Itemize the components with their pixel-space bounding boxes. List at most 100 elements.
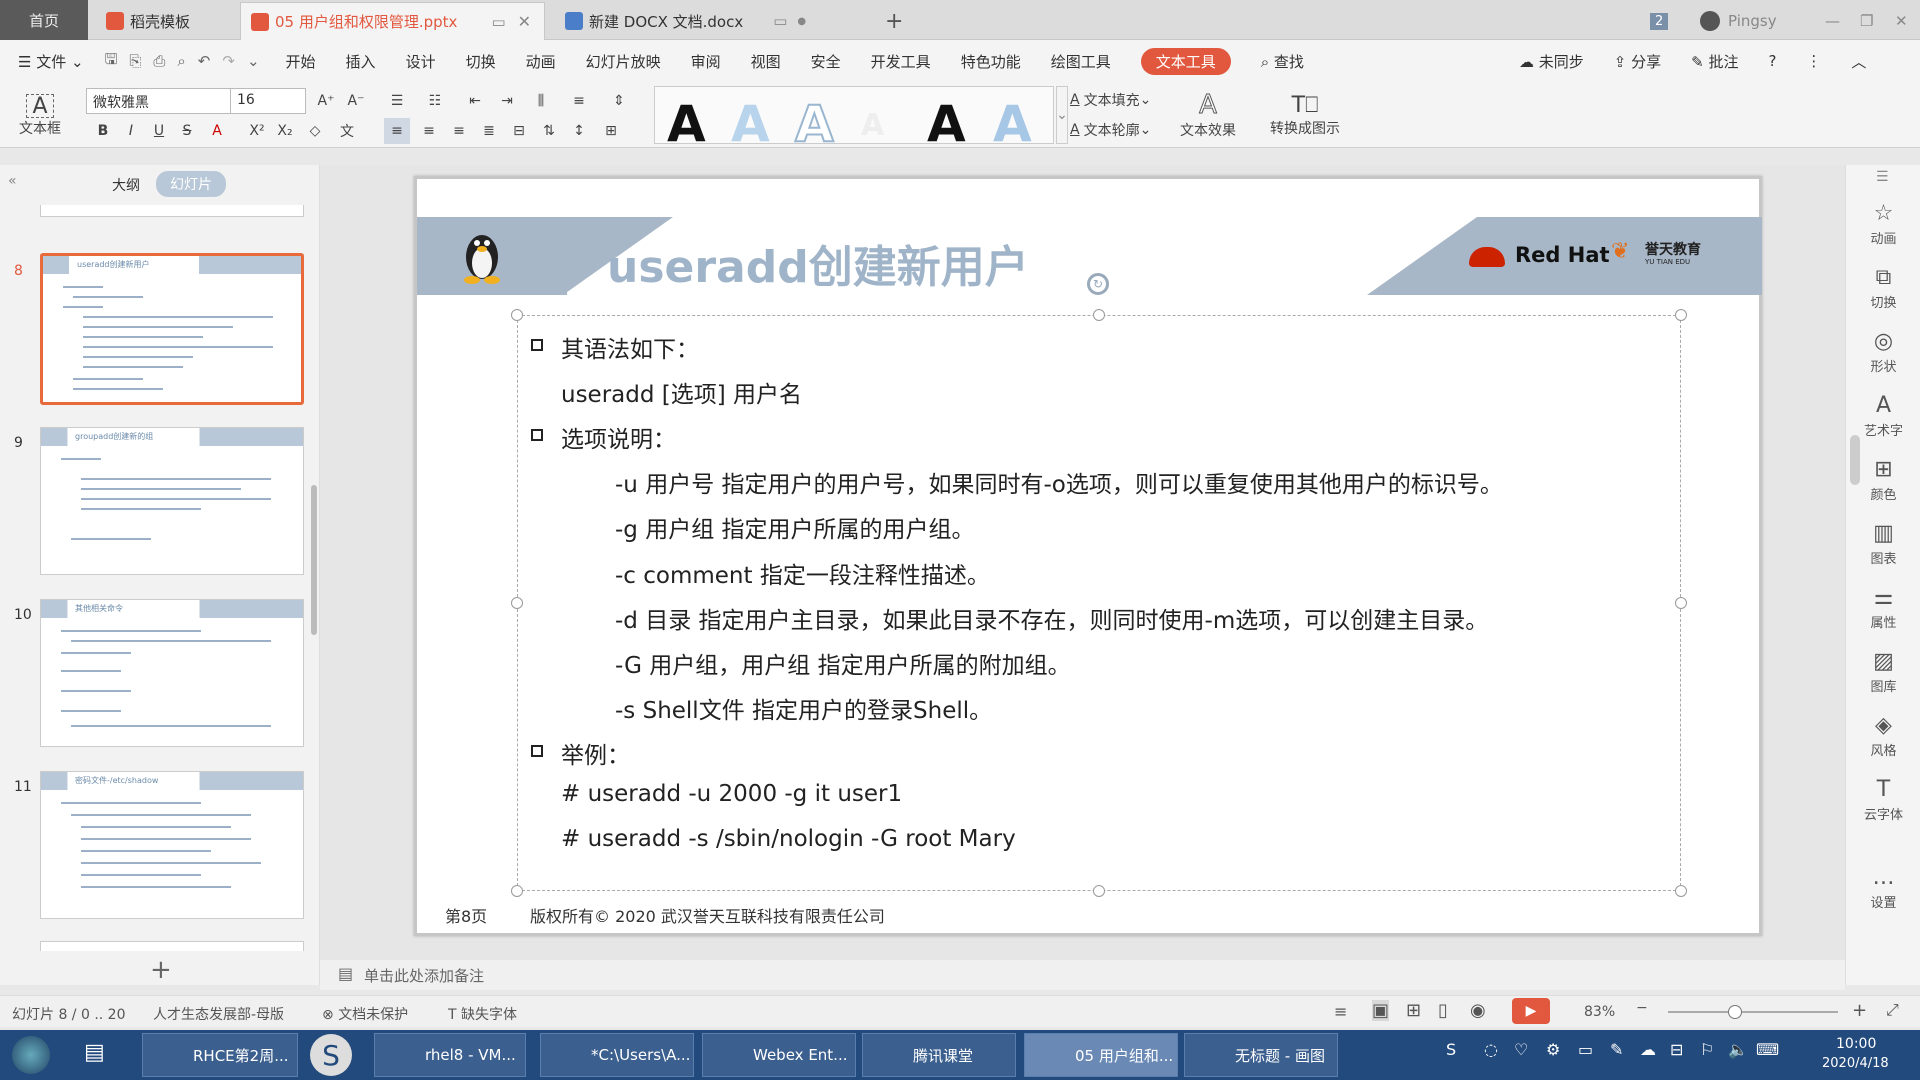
style-black-icon[interactable]: A xyxy=(667,99,706,149)
textbox-button[interactable]: A 文本框 xyxy=(10,90,70,142)
add-slide-icon[interactable]: + xyxy=(150,955,172,985)
text-outline-button[interactable]: A 文本轮廓 ⌄ xyxy=(1070,118,1151,142)
strikethrough-icon[interactable]: S xyxy=(176,118,198,144)
slide-thumb-9[interactable]: groupadd创建新的组 xyxy=(40,427,304,575)
sidebar-item-chart[interactable]: ▥ 图表 xyxy=(1846,521,1920,567)
style-light-blue-icon[interactable]: A xyxy=(731,99,770,149)
undo-icon[interactable]: ↶ xyxy=(198,52,211,70)
sidebar-item-settings[interactable]: … 设置 xyxy=(1846,865,1920,911)
share-button[interactable]: ⇪ 分享 xyxy=(1614,51,1661,72)
reading-view-icon[interactable]: ▯ xyxy=(1438,1000,1448,1021)
menu-transition[interactable]: 切换 xyxy=(466,51,496,72)
style-bold-icon[interactable]: A xyxy=(927,99,966,149)
text-direction-icon[interactable]: ⇕ xyxy=(606,88,632,114)
taskbar-item-active[interactable]: 05 用户组和... xyxy=(1024,1033,1178,1077)
subscript-icon[interactable]: X₂ xyxy=(274,118,296,144)
redo-icon[interactable]: ↷ xyxy=(222,52,235,70)
para-spacing-icon[interactable]: ⇅ xyxy=(536,118,562,144)
tab-slides[interactable]: 幻灯片 xyxy=(156,171,226,197)
notes-toggle-icon[interactable]: ≡ xyxy=(1334,1002,1347,1021)
help-icon[interactable]: ? xyxy=(1768,52,1776,70)
monitor-icon[interactable]: ▭ xyxy=(773,12,787,30)
sorter-view-icon[interactable]: ⊞ xyxy=(1406,1000,1421,1021)
sogou-icon[interactable]: S xyxy=(310,1034,352,1076)
resize-handle[interactable] xyxy=(1675,885,1687,897)
sidebar-item-shape[interactable]: ◎ 形状 xyxy=(1846,329,1920,375)
comment-button[interactable]: ✎ 批注 xyxy=(1691,51,1738,72)
taskbar-item[interactable]: Webex Ent... xyxy=(702,1033,856,1077)
page-count-badge[interactable]: 2 xyxy=(1640,2,1678,40)
resize-handle[interactable] xyxy=(1675,597,1687,609)
canvas-scrollbar[interactable] xyxy=(1850,435,1860,485)
font-name-select[interactable]: 微软雅黑 xyxy=(86,88,232,114)
input-method-icon[interactable]: ⌨ xyxy=(1756,1040,1779,1059)
align-right-icon[interactable]: ≡ xyxy=(446,118,472,144)
tab-templates[interactable]: 稻壳模板 xyxy=(96,2,236,40)
slide-thumb-11[interactable]: 密码文件-/etc/shadow xyxy=(40,771,304,919)
slide-thumb-7[interactable] xyxy=(40,205,304,217)
sidebar-item-animation[interactable]: ☆ 动画 xyxy=(1846,201,1920,247)
more-icon[interactable]: ⋮ xyxy=(1806,52,1821,70)
network-icon[interactable]: ⊟ xyxy=(1670,1040,1683,1059)
menu-security[interactable]: 安全 xyxy=(811,51,841,72)
slide-thumb-10[interactable]: 其他相关命令 xyxy=(40,599,304,747)
text-fill-button[interactable]: A 文本填充 ⌄ xyxy=(1070,88,1151,112)
tray-icon[interactable]: ✎ xyxy=(1610,1040,1623,1059)
resize-handle[interactable] xyxy=(511,885,523,897)
justify-icon[interactable]: ≣ xyxy=(476,118,502,144)
zoom-slider-thumb[interactable] xyxy=(1728,1005,1742,1019)
sidebar-item-gallery[interactable]: ▨ 图库 xyxy=(1846,649,1920,695)
export-icon[interactable]: ⎘ xyxy=(129,52,141,70)
convert-smartart-button[interactable]: T⎕ 转换成图示 xyxy=(1255,88,1355,142)
tray-icon[interactable]: ☁ xyxy=(1640,1040,1656,1059)
menu-file[interactable]: ☰ 文件 ⌄ xyxy=(18,51,84,72)
align-left-icon[interactable]: ≡ xyxy=(384,118,410,144)
close-window-button[interactable]: ✕ xyxy=(1885,2,1918,40)
tab-docx[interactable]: 新建 DOCX 文档.docx ▭ ● xyxy=(555,2,855,40)
resize-handle[interactable] xyxy=(511,309,523,321)
print-icon[interactable]: ⎙ xyxy=(153,52,165,70)
sidebar-item-transition[interactable]: ⧉ 切换 xyxy=(1846,265,1920,311)
fit-window-icon[interactable]: ⤢ xyxy=(1886,1000,1899,1020)
collapse-panel-icon[interactable]: « xyxy=(8,173,17,189)
slide-thumb-12[interactable] xyxy=(40,941,304,951)
indent-decrease-icon[interactable]: ⇤ xyxy=(462,88,488,114)
notes-area[interactable]: ▤ 单击此处添加备注 xyxy=(320,960,1845,990)
text-align-icon[interactable]: ⊞ xyxy=(598,118,624,144)
line-spacing-icon[interactable]: ≡ xyxy=(566,88,592,114)
tab-home[interactable]: 首页 xyxy=(0,0,88,40)
numbered-list-icon[interactable]: ☷ xyxy=(422,88,448,114)
superscript-icon[interactable]: X² xyxy=(246,118,268,144)
chevron-down-icon[interactable]: ⌄ xyxy=(247,52,260,70)
resize-handle[interactable] xyxy=(1093,309,1105,321)
menu-developer[interactable]: 开发工具 xyxy=(871,51,931,72)
protect-status[interactable]: ⊗ 文档未保护 xyxy=(322,1004,408,1024)
menu-design[interactable]: 设计 xyxy=(406,51,436,72)
zoom-slider[interactable] xyxy=(1668,1011,1838,1013)
presenter-view-icon[interactable]: ◉ xyxy=(1470,1000,1486,1021)
tray-icon[interactable]: ◌ xyxy=(1484,1040,1498,1059)
tray-icon[interactable]: ⚐ xyxy=(1700,1040,1714,1059)
taskbar-item[interactable]: rhel8 - VM... xyxy=(374,1033,526,1077)
taskbar-item[interactable]: 无标题 - 画图 xyxy=(1184,1033,1338,1077)
play-slideshow-button[interactable]: ▶ xyxy=(1512,998,1550,1024)
columns-icon[interactable]: ⫼ xyxy=(528,88,554,114)
shrink-font-icon[interactable]: A⁻ xyxy=(344,88,368,114)
resize-handle[interactable] xyxy=(1093,885,1105,897)
sidebar-item-properties[interactable]: ⚌ 属性 xyxy=(1846,585,1920,631)
collapse-ribbon-icon[interactable]: ︿ xyxy=(1851,51,1866,72)
tray-icon[interactable]: ♡ xyxy=(1514,1040,1528,1059)
sync-button[interactable]: ☁ 未同步 xyxy=(1519,51,1584,72)
rotate-handle-icon[interactable]: ↻ xyxy=(1087,273,1109,295)
taskbar-item[interactable]: RHCE第2周... xyxy=(142,1033,298,1077)
phonetic-icon[interactable]: 文 xyxy=(336,118,358,144)
menu-home[interactable]: 开始 xyxy=(286,51,316,72)
resize-handle[interactable] xyxy=(1675,309,1687,321)
align-center-icon[interactable]: ≡ xyxy=(416,118,442,144)
clear-format-icon[interactable]: ◇ xyxy=(304,118,326,144)
font-size-select[interactable]: 16 xyxy=(230,88,306,114)
bold-icon[interactable]: B xyxy=(92,118,114,144)
volume-icon[interactable]: 🔈 xyxy=(1728,1040,1748,1059)
line-spacing-2-icon[interactable]: ↕ xyxy=(566,118,592,144)
app-pin-icon[interactable]: ▤ xyxy=(84,1040,105,1065)
